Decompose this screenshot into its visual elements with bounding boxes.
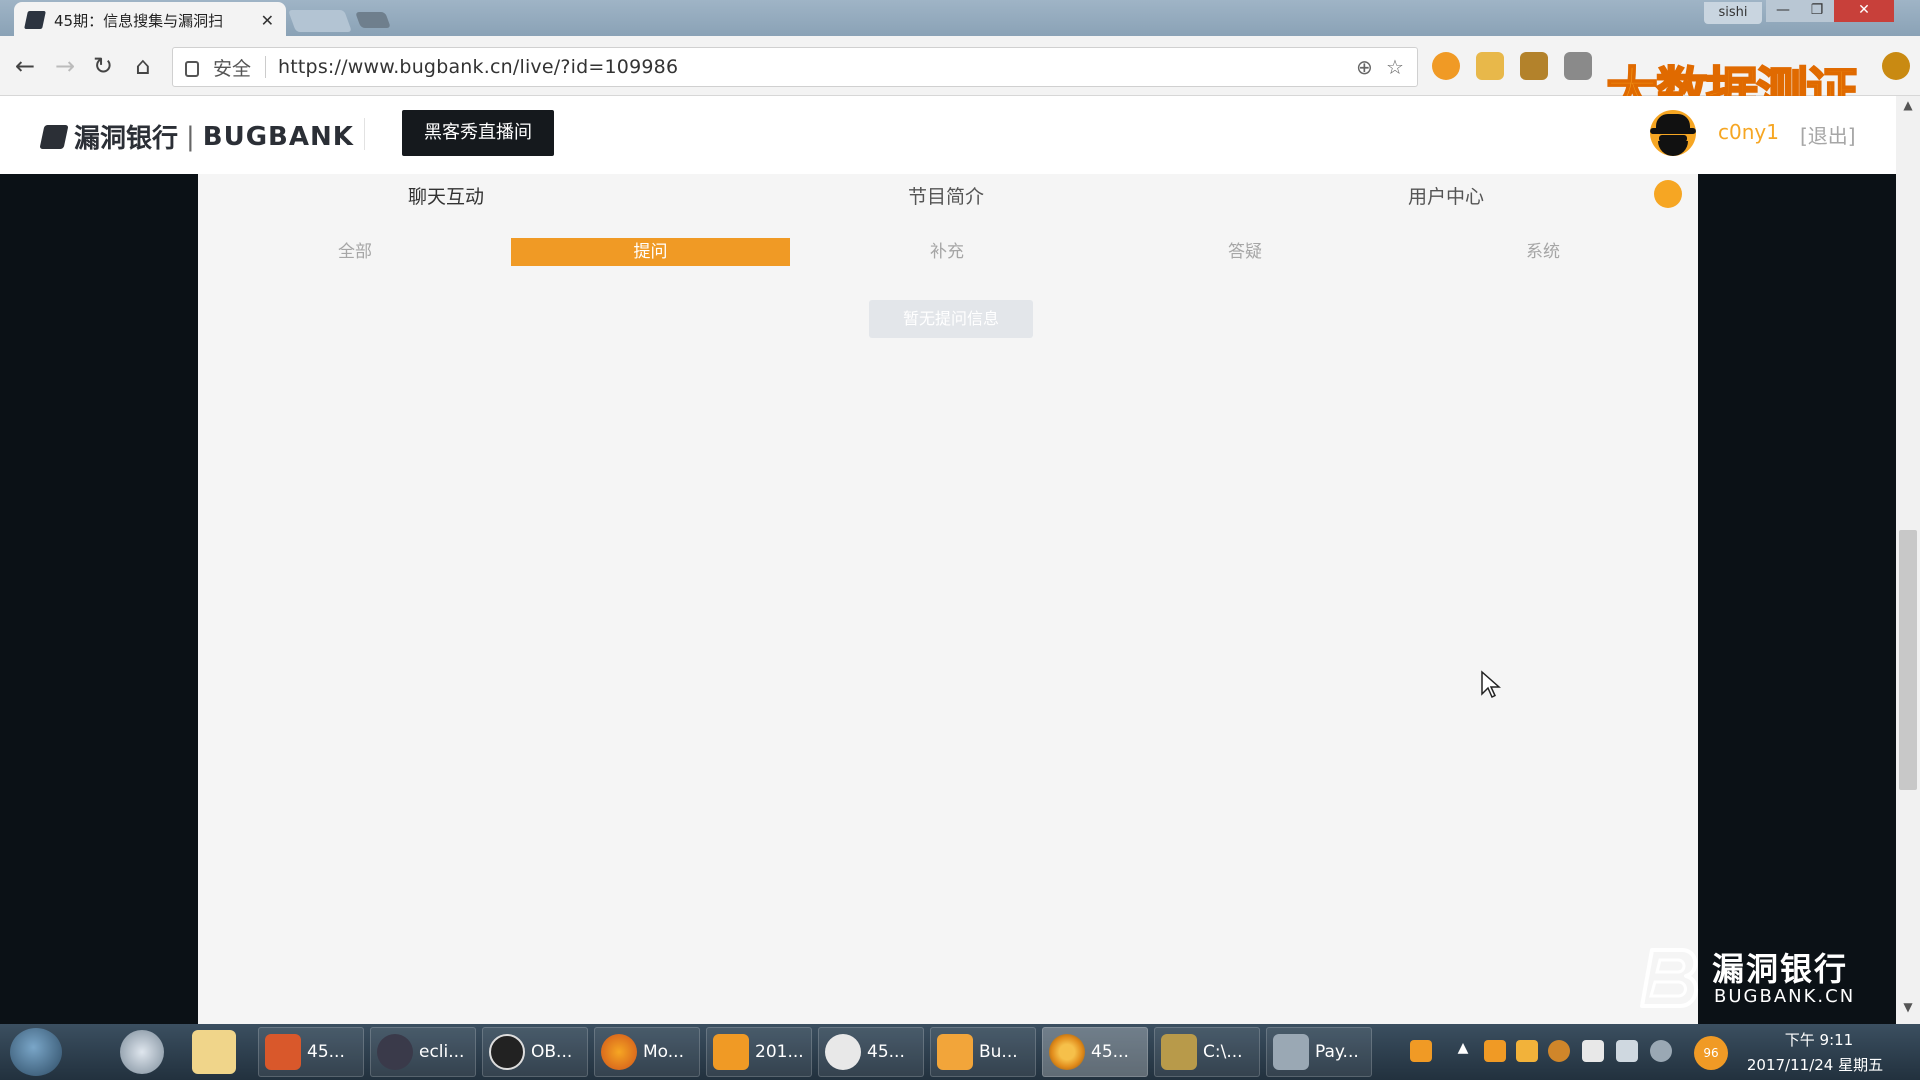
- taskbar-item[interactable]: 45...: [818, 1027, 924, 1077]
- logout-link[interactable]: [退出]: [1800, 120, 1856, 149]
- taskbar-item[interactable]: Bu...: [930, 1027, 1036, 1077]
- obs-icon: [489, 1034, 525, 1070]
- bugbank-watermark-logo: [1640, 948, 1698, 1008]
- avatar-brim-icon: [1650, 128, 1696, 134]
- tab-user-center[interactable]: 用户中心: [1408, 182, 1484, 209]
- blurred-tab[interactable]: [355, 12, 391, 28]
- quicklaunch-icon[interactable]: [120, 1030, 164, 1074]
- taskbar-item-label: 201...: [755, 1042, 804, 1062]
- taskbar-item[interactable]: Pay...: [1266, 1027, 1372, 1077]
- menu-icon[interactable]: [1882, 52, 1910, 80]
- tab-program-intro[interactable]: 节目简介: [908, 182, 984, 209]
- scroll-down-icon[interactable]: ▼: [1896, 1000, 1920, 1016]
- url-text[interactable]: https://www.bugbank.cn/live/?id=109986: [278, 56, 678, 78]
- secure-label: 安全: [213, 57, 252, 80]
- powerpoint-icon: [265, 1034, 301, 1070]
- address-separator: [265, 56, 267, 78]
- taskbar-item-label: Pay...: [1315, 1042, 1359, 1062]
- eclipse-icon: [377, 1034, 413, 1070]
- clock-time[interactable]: 下午 9:11: [1780, 1029, 1858, 1050]
- logo-cn: 漏洞银行: [74, 124, 179, 154]
- window-title-bar: [0, 0, 1920, 36]
- chrome-icon: [1049, 1034, 1085, 1070]
- filter-all[interactable]: 全部: [300, 238, 410, 266]
- lock-icon: [185, 61, 199, 77]
- taskbar-item-label: 45...: [867, 1042, 905, 1062]
- taskbar-item-label: OB...: [531, 1042, 573, 1062]
- bookmark-star-icon[interactable]: ☆: [1386, 55, 1404, 79]
- maximize-button[interactable]: ❐: [1800, 0, 1834, 22]
- folder-icon: [1161, 1034, 1197, 1070]
- live-room-button[interactable]: 黑客秀直播间: [402, 110, 554, 156]
- logo-mark-icon: [39, 124, 69, 149]
- mouse-cursor-icon: [1481, 670, 1501, 699]
- taskbar-item[interactable]: OB...: [482, 1027, 588, 1077]
- reload-button[interactable]: ↻: [86, 50, 120, 84]
- tray-icon[interactable]: [1516, 1040, 1538, 1062]
- site-logo[interactable]: 漏洞银行 | BUGBANK: [39, 118, 354, 155]
- back-button[interactable]: ←: [8, 50, 42, 84]
- browser-tab[interactable]: 45期：信息搜集与漏洞扫 ✕: [14, 2, 286, 38]
- filter-supplement[interactable]: 补充: [892, 238, 1002, 266]
- username-link[interactable]: c0ny1: [1718, 120, 1779, 144]
- bugbank-favicon-icon: [24, 11, 46, 29]
- tab-chat[interactable]: 聊天互动: [408, 182, 484, 209]
- taskbar-item-label: ecli...: [419, 1042, 465, 1062]
- extension-icon[interactable]: [1520, 52, 1548, 80]
- close-window-button[interactable]: ✕: [1834, 0, 1894, 22]
- taskbar-item-label: C:\...: [1203, 1042, 1243, 1062]
- empty-state-message: 暂无提问信息: [869, 300, 1033, 338]
- tray-expand-icon[interactable]: ▲: [1452, 1040, 1474, 1062]
- firefox-icon: [601, 1034, 637, 1070]
- people-icon: [825, 1034, 861, 1070]
- filter-system[interactable]: 系统: [1488, 238, 1598, 266]
- logo-en: BUGBANK: [202, 121, 354, 152]
- tray-icon[interactable]: [1548, 1040, 1570, 1062]
- new-tab-button[interactable]: [287, 10, 353, 32]
- volume-icon[interactable]: [1650, 1040, 1672, 1062]
- taskbar-item[interactable]: ecli...: [370, 1027, 476, 1077]
- clock-date[interactable]: 2017/11/24 星期五: [1740, 1054, 1890, 1075]
- extension-icon[interactable]: [1432, 52, 1460, 80]
- address-bar[interactable]: 安全 https://www.bugbank.cn/live/?id=10998…: [172, 47, 1418, 87]
- tray-badge[interactable]: 96: [1694, 1036, 1728, 1070]
- taskbar-item[interactable]: 45...: [1042, 1027, 1148, 1077]
- close-tab-icon[interactable]: ✕: [261, 11, 274, 30]
- filter-question[interactable]: 提问: [511, 238, 790, 266]
- notification-icon[interactable]: [1654, 180, 1682, 208]
- watermark-cn: 漏洞银行: [1712, 950, 1849, 988]
- minimize-button[interactable]: —: [1766, 0, 1800, 22]
- taskbar-item-label: 45...: [1091, 1042, 1129, 1062]
- network-icon[interactable]: [1616, 1040, 1638, 1062]
- taskbar-item-label: Mo...: [643, 1042, 684, 1062]
- taskbar-item-label: Bu...: [979, 1042, 1018, 1062]
- home-button[interactable]: ⌂: [126, 50, 160, 84]
- watermark-en: BUGBANK.CN: [1714, 986, 1856, 1007]
- tray-icon[interactable]: [1582, 1040, 1604, 1062]
- zoom-icon[interactable]: ⊕: [1356, 55, 1373, 79]
- start-button[interactable]: [10, 1028, 62, 1076]
- tray-icon[interactable]: [1484, 1040, 1506, 1062]
- tray-icon[interactable]: [1410, 1040, 1432, 1062]
- extension-icon[interactable]: [1476, 52, 1504, 80]
- taskbar-item[interactable]: Mo...: [594, 1027, 700, 1077]
- taskbar-item-label: 45...: [307, 1042, 345, 1062]
- player-icon: [713, 1034, 749, 1070]
- scroll-up-icon[interactable]: ▲: [1896, 98, 1920, 114]
- avatar[interactable]: [1650, 110, 1696, 156]
- filter-answer[interactable]: 答疑: [1190, 238, 1300, 266]
- taskbar-item[interactable]: 201...: [706, 1027, 812, 1077]
- burp-icon: [937, 1034, 973, 1070]
- extension-icon[interactable]: [1564, 52, 1592, 80]
- forward-button[interactable]: →: [48, 50, 82, 84]
- search-tool-icon[interactable]: [192, 1030, 236, 1074]
- tab-title: 45期：信息搜集与漏洞扫: [54, 11, 224, 30]
- taskbar-item[interactable]: C:\...: [1154, 1027, 1260, 1077]
- logo-separator: |: [186, 121, 195, 152]
- browser-profile-badge[interactable]: sishi: [1704, 2, 1762, 24]
- header-divider: [364, 118, 365, 150]
- scrollbar-thumb[interactable]: [1899, 530, 1917, 790]
- payload-icon: [1273, 1034, 1309, 1070]
- taskbar-item[interactable]: 45...: [258, 1027, 364, 1077]
